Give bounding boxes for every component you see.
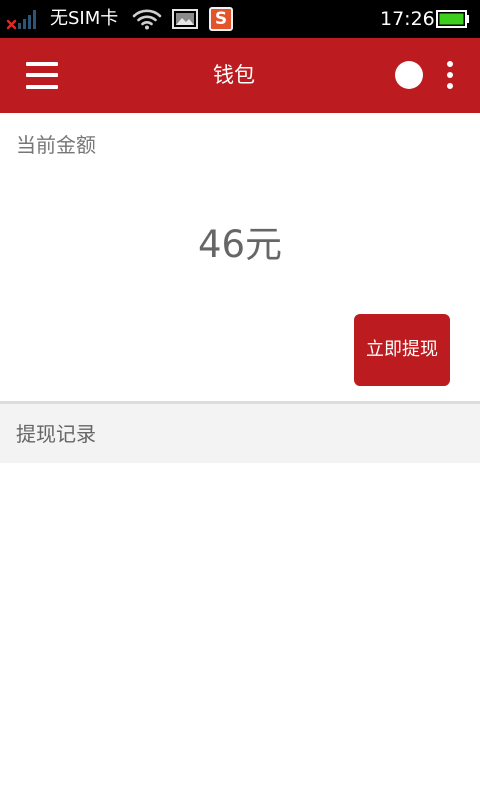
status-dot-icon[interactable] [395, 61, 423, 89]
wifi-icon [132, 9, 162, 30]
menu-icon-line [26, 85, 58, 89]
withdraw-button[interactable]: 立即提现 [354, 314, 450, 386]
image-notification-icon [172, 9, 198, 29]
records-section-header: 提现记录 [0, 404, 480, 463]
menu-icon-line [26, 62, 58, 66]
menu-icon[interactable] [22, 58, 62, 92]
overflow-dot [447, 72, 453, 78]
overflow-dot [447, 83, 453, 89]
balance-amount: 46元 [197, 223, 283, 266]
clock-time: 17:26 [380, 8, 435, 30]
overflow-dot [447, 61, 453, 67]
app-bar: 钱包 [0, 38, 480, 113]
records-title: 提现记录 [16, 422, 96, 446]
status-bar: 无SIM卡 S 17:26 [0, 0, 480, 38]
sogou-input-icon: S [209, 7, 233, 31]
battery-icon [436, 10, 469, 28]
carrier-text: 无SIM卡 [50, 8, 119, 29]
records-list [0, 463, 480, 800]
page-title: 钱包 [213, 63, 255, 87]
menu-icon-line [26, 73, 58, 77]
overflow-menu-icon[interactable] [438, 56, 462, 94]
signal-no-sim-icon [6, 10, 36, 30]
balance-label: 当前金额 [16, 133, 96, 157]
